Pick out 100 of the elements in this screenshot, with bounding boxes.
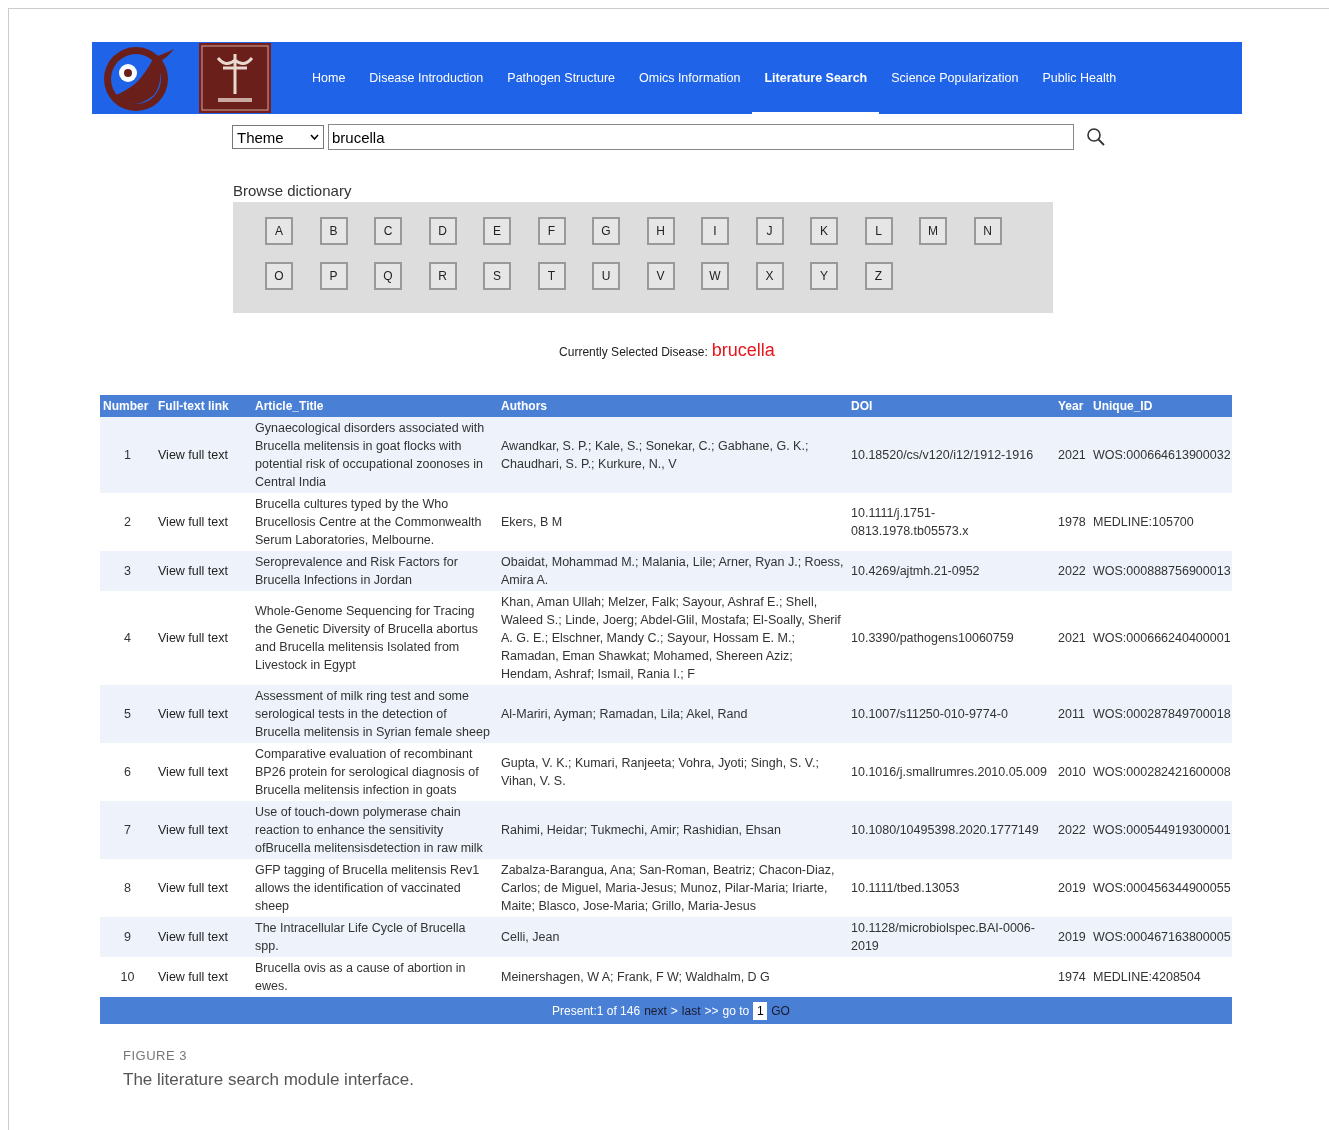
field-select[interactable]: Theme [232, 125, 324, 149]
letter-button[interactable]: K [810, 217, 838, 245]
title-cell: Seroprevalence and Risk Factors for Brucella Infections in Jordan [252, 551, 498, 591]
title-cell: Gynaecological disorders associated with Brucella melitensis in goat flocks with potential risk of occupational zoonoses in Central India [252, 417, 498, 493]
column-header: Year [1055, 395, 1090, 417]
page-info: Present:1 of 146 [552, 1003, 641, 1018]
year-cell: 2019 [1055, 859, 1090, 917]
title-cell: Brucella cultures typed by the Who Brucellosis Centre at the Commonwealth Serum Laboratories, Melbourne. [252, 493, 498, 551]
letter-button[interactable]: F [537, 217, 566, 245]
doi-cell: 10.3390/pathogens10060759 [848, 591, 1055, 685]
full-text-link[interactable]: View full text [158, 930, 228, 944]
doi-cell: 10.1111/tbed.13053 [848, 859, 1055, 917]
id-cell: MEDLINE:105700 [1090, 493, 1232, 551]
full-text-link[interactable]: View full text [158, 631, 228, 645]
id-cell: WOS:000666240400001 [1090, 591, 1232, 685]
authors-cell: Gupta, V. K.; Kumari, Ranjeeta; Vohra, Jyoti; Singh, S. V.; Vihan, V. S. [498, 743, 848, 801]
nav-link[interactable]: Omics Information [627, 42, 753, 114]
separator: > [670, 1003, 678, 1018]
letter-button[interactable]: Y [810, 262, 838, 290]
column-header: Authors [498, 395, 848, 417]
full-text-link[interactable]: View full text [158, 970, 228, 984]
doi-cell: 10.1128/microbiolspec.BAI-0006-2019 [848, 917, 1055, 957]
year-cell: 2022 [1055, 551, 1090, 591]
letter-button[interactable]: X [755, 262, 784, 290]
full-text-link[interactable]: View full text [158, 707, 228, 721]
letter-button[interactable]: O [265, 262, 293, 290]
full-text-link[interactable]: View full text [158, 564, 228, 578]
figure-label: FIGURE 3 [123, 1048, 188, 1063]
year-cell: 2011 [1055, 685, 1090, 743]
letter-button[interactable]: V [646, 262, 675, 290]
year-cell: 1978 [1055, 493, 1090, 551]
id-cell: WOS:000282421600008 [1090, 743, 1232, 801]
letter-button[interactable]: P [319, 262, 348, 290]
letter-button[interactable]: L [864, 217, 893, 245]
authors-cell: Al-Mariri, Ayman; Ramadan, Lila; Akel, Rand [498, 685, 848, 743]
letter-button[interactable]: N [973, 217, 1002, 245]
year-cell: 2022 [1055, 801, 1090, 859]
letter-button[interactable]: A [265, 217, 293, 245]
nav-link[interactable]: Literature Search [752, 42, 880, 114]
column-header: DOI [848, 395, 1055, 417]
separator: >> [704, 1003, 719, 1018]
letter-button[interactable]: U [592, 262, 620, 290]
doi-cell: 10.18520/cs/v120/i12/1912-1916 [848, 417, 1055, 493]
doi-cell: 10.1111/j.1751-0813.1978.tb05573.x [848, 493, 1055, 551]
full-text-link[interactable]: View full text [158, 823, 228, 837]
page-input[interactable]: 1 [753, 1001, 768, 1020]
authors-cell: Ekers, B M [498, 493, 848, 551]
authors-cell: Rahimi, Heidar; Tukmechi, Amir; Rashidian, Ehsan [498, 801, 848, 859]
number-cell: 1 [100, 417, 155, 493]
column-header: Unique_ID [1090, 395, 1232, 417]
column-header: Full-text link [155, 395, 252, 417]
nav-link[interactable]: Disease Introduction [357, 42, 496, 114]
full-text-link[interactable]: View full text [158, 765, 228, 779]
id-cell: WOS:000888756900013 [1090, 551, 1232, 591]
authors-cell: Obaidat, Mohammad M.; Malania, Lile; Arner, Ryan J.; Roess, Amira A. [498, 551, 848, 591]
full-text-link[interactable]: View full text [158, 515, 228, 529]
full-text-link[interactable]: View full text [158, 881, 228, 895]
letter-button[interactable]: B [319, 217, 348, 245]
nav-link[interactable]: Science Popularization [879, 42, 1031, 114]
selected-disease-label: Currently Selected Disease: [559, 345, 708, 359]
doi-cell: 10.1080/10495398.2020.1777149 [848, 801, 1055, 859]
caret-icon [310, 134, 319, 140]
nav-link[interactable]: Pathogen Structure [495, 42, 627, 114]
letter-button[interactable]: G [592, 217, 620, 245]
letter-button[interactable]: S [483, 262, 511, 290]
authors-cell: Awandkar, S. P.; Kale, S.; Sonekar, C.; Gabhane, G. K.; Chaudhari, S. P.; Kurkure, N., V [498, 417, 848, 493]
last-link[interactable]: last [681, 1003, 701, 1018]
figure-caption: The literature search module interface. [123, 1070, 416, 1090]
id-cell: WOS:000287849700018 [1090, 685, 1232, 743]
doi-cell: 10.4269/ajtmh.21-0952 [848, 551, 1055, 591]
search-icon[interactable] [1086, 127, 1106, 147]
letter-button[interactable]: D [428, 217, 457, 245]
letter-button[interactable]: Z [864, 262, 893, 290]
next-link[interactable]: next [644, 1003, 667, 1018]
letter-button[interactable]: T [537, 262, 566, 290]
nav-link[interactable]: Public Health [1030, 42, 1129, 114]
letter-button[interactable]: E [483, 217, 511, 245]
emblem-logo-icon [198, 42, 272, 114]
letter-button[interactable]: M [919, 217, 947, 245]
authors-cell: Celli, Jean [498, 917, 848, 957]
letter-button[interactable]: I [701, 217, 729, 245]
letter-button[interactable]: J [755, 217, 784, 245]
letter-button[interactable]: H [646, 217, 675, 245]
letter-button[interactable]: C [374, 217, 402, 245]
id-cell: WOS:000467163800005 [1090, 917, 1232, 957]
authors-cell: Zabalza-Barangua, Ana; San-Roman, Beatriz; Chacon-Diaz, Carlos; de Miguel, Maria-Jesus; Munoz, Pilar-Maria; Iriarte, Maite; Blasco, Jose-Maria; Grillo, Maria-Jesus [498, 859, 848, 917]
title-cell: Use of touch-down polymerase chain reaction to enhance the sensitivity ofBrucella melitensisdetection in raw milk [252, 801, 498, 859]
full-text-link[interactable]: View full text [158, 448, 228, 462]
go-to-label: go to [722, 1003, 750, 1018]
letter-button[interactable]: R [428, 262, 457, 290]
title-cell: Comparative evaluation of recombinant BP26 protein for serological diagnosis of Brucella melitensis infection in goats [252, 743, 498, 801]
number-cell: 5 [100, 685, 155, 743]
letter-button[interactable]: Q [374, 262, 402, 290]
year-cell: 2019 [1055, 917, 1090, 957]
nav-link[interactable]: Home [300, 42, 358, 114]
search-field[interactable]: brucella [328, 124, 1074, 150]
letter-button[interactable]: W [701, 262, 729, 290]
go-button[interactable]: GO [771, 1003, 790, 1018]
number-cell: 9 [100, 917, 155, 957]
id-cell: WOS:000544919300001 [1090, 801, 1232, 859]
